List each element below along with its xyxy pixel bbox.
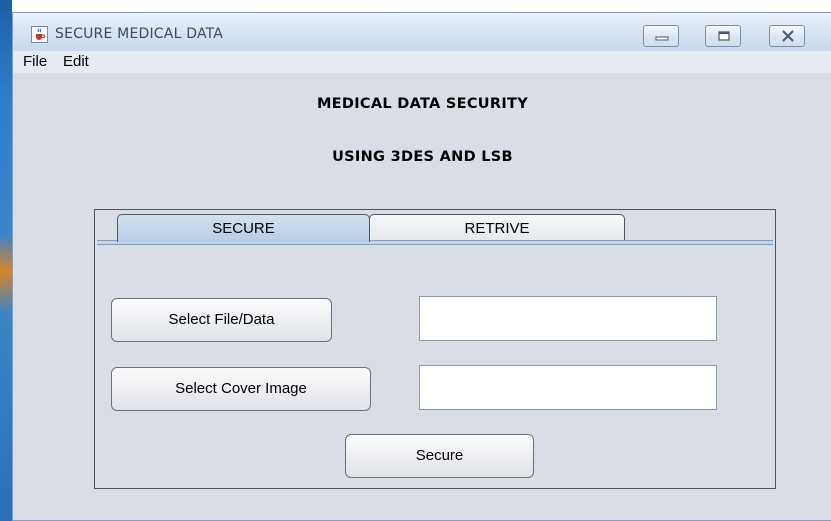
maximize-icon [718, 31, 730, 41]
main-panel: MEDICAL DATA SECURITY USING 3DES AND LSB… [13, 73, 831, 520]
app-heading-line1: MEDICAL DATA SECURITY [316, 96, 529, 112]
cover-image-field[interactable] [419, 365, 717, 410]
menu-file[interactable]: File [23, 53, 47, 70]
file-path-field[interactable] [419, 296, 717, 341]
title-bar[interactable]: SECURE MEDICAL DATA [13, 13, 831, 51]
secure-button[interactable]: Secure [345, 434, 534, 478]
select-file-button[interactable]: Select File/Data [111, 298, 332, 342]
menu-bar: File Edit [13, 51, 831, 73]
java-cup-icon [31, 26, 48, 43]
maximize-button[interactable] [705, 25, 741, 47]
desktop-background [0, 0, 12, 521]
select-cover-image-button[interactable]: Select Cover Image [111, 367, 371, 411]
tab-secure[interactable]: SECURE [117, 214, 370, 242]
tab-pane: SECURE RETRIVE Select File/Data Select C… [94, 209, 776, 489]
app-heading-line2: USING 3DES AND LSB [332, 149, 513, 165]
close-icon [782, 30, 794, 42]
app-window: SECURE MEDICAL DATA File Edit MEDICAL DA… [12, 12, 831, 521]
minimize-icon [655, 36, 669, 41]
minimize-button[interactable] [643, 25, 679, 47]
close-button[interactable] [769, 25, 805, 47]
menu-edit[interactable]: Edit [63, 53, 89, 70]
window-title: SECURE MEDICAL DATA [55, 26, 224, 42]
tab-retrive[interactable]: RETRIVE [369, 214, 625, 242]
